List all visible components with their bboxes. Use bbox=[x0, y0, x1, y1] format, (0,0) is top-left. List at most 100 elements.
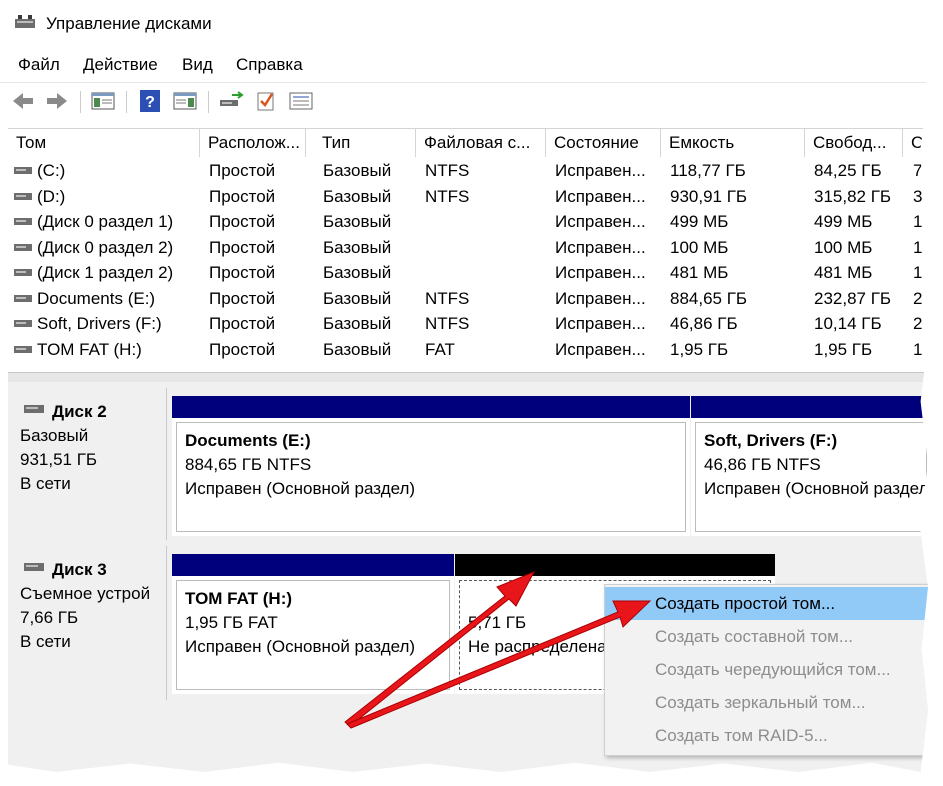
window-title: Управление дисками bbox=[46, 14, 212, 33]
cell-status: Исправен... bbox=[555, 161, 646, 180]
table-row[interactable]: Documents (E:) Простой Базовый NTFS Исправен… bbox=[8, 287, 928, 312]
disk-icon bbox=[24, 405, 44, 413]
cell-name: (Диск 1 раздел 2) bbox=[37, 263, 174, 282]
svg-text:?: ? bbox=[145, 94, 155, 111]
cell-extra: 1 bbox=[913, 339, 923, 359]
partition-info: Soft, Drivers (F:) 46,86 ГБ NTFS Исправе… bbox=[695, 422, 927, 532]
cell-free: 232,87 ГБ bbox=[814, 288, 892, 308]
cell-type: Базовый bbox=[323, 263, 392, 282]
menu-item-new-spanned-volume[interactable]: Создать составной том... bbox=[605, 620, 928, 653]
cell-capacity: 481 МБ bbox=[670, 263, 729, 282]
table-row[interactable]: (Диск 0 раздел 1) Простой Базовый Исправен.… bbox=[8, 210, 928, 235]
column-header-status[interactable]: Состояние bbox=[546, 129, 661, 157]
cell-free: 100 МБ bbox=[814, 237, 873, 257]
cell-extra: 2 bbox=[913, 288, 923, 308]
list-icon[interactable] bbox=[288, 89, 314, 113]
table-row[interactable]: (D:) Простой Базовый NTFS Исправен... 930,91 … bbox=[8, 185, 928, 210]
partition-soft-drivers-f[interactable]: Soft, Drivers (F:) 46,86 ГБ NTFS Исправе… bbox=[691, 396, 928, 536]
partition-documents-e[interactable]: Documents (E:) 884,65 ГБ NTFS Исправен (… bbox=[172, 396, 690, 536]
cell-type: Базовый bbox=[323, 186, 392, 206]
cell-layout: Простой bbox=[209, 339, 276, 359]
cell-status: Исправен... bbox=[555, 237, 646, 257]
column-header-volume[interactable]: Том bbox=[8, 129, 200, 157]
partition-info: Documents (E:) 884,65 ГБ NTFS Исправен (… bbox=[176, 422, 686, 532]
toolbar-separator bbox=[126, 91, 127, 113]
cell-free: 499 МБ bbox=[814, 212, 873, 231]
partition-tom-fat-h[interactable]: TOM FAT (H:) 1,95 ГБ FAT Исправен (Основ… bbox=[172, 554, 454, 694]
properties-icon[interactable] bbox=[253, 89, 279, 113]
partition-status: Исправен (Основной раздел) bbox=[185, 637, 416, 656]
action-pane-icon[interactable] bbox=[172, 89, 198, 113]
partition-size: 46,86 ГБ NTFS bbox=[704, 455, 821, 474]
cell-layout: Простой bbox=[209, 288, 276, 308]
table-row[interactable]: Soft, Drivers (F:) Простой Базовый NTFS Испр… bbox=[8, 312, 928, 337]
cell-capacity: 499 МБ bbox=[670, 212, 729, 231]
cell-extra: 1 bbox=[913, 263, 923, 282]
cell-capacity: 884,65 ГБ bbox=[670, 288, 748, 308]
partition-status: Исправен (Основной раздел) bbox=[704, 479, 927, 498]
help-icon[interactable]: ? bbox=[137, 89, 163, 113]
menu-item-new-mirrored-volume[interactable]: Создать зеркальный том... bbox=[605, 686, 928, 719]
menu-item-new-striped-volume[interactable]: Создать чередующийся том... bbox=[605, 653, 928, 686]
disk-3-label[interactable]: Диск 3 Съемное устрой 7,66 ГБ В сети bbox=[8, 546, 167, 700]
table-row[interactable]: (Диск 0 раздел 2) Простой Базовый Исправен.… bbox=[8, 236, 928, 261]
cell-status: Исправен... bbox=[555, 339, 646, 359]
cell-name: (D:) bbox=[37, 186, 66, 206]
cell-free: 10,14 ГБ bbox=[814, 314, 882, 333]
menu-item-new-raid5-volume[interactable]: Создать том RAID-5... bbox=[605, 719, 928, 752]
column-header-free[interactable]: Свобод... bbox=[805, 129, 903, 157]
cell-name: (C:) bbox=[37, 161, 66, 180]
cell-fs: NTFS bbox=[425, 288, 470, 308]
table-row[interactable]: (Диск 1 раздел 2) Простой Базовый Исправен.… bbox=[8, 261, 928, 286]
column-header-layout[interactable]: Располож... bbox=[200, 129, 306, 157]
cell-fs: NTFS bbox=[425, 314, 470, 333]
menu-item-new-simple-volume[interactable]: Создать простой том... bbox=[605, 587, 928, 620]
cell-type: Базовый bbox=[323, 161, 392, 180]
column-header-percent[interactable]: С bbox=[903, 129, 928, 157]
primary-partition-bar bbox=[172, 396, 690, 418]
column-header-capacity[interactable]: Емкость bbox=[661, 129, 805, 157]
drive-icon bbox=[14, 167, 32, 174]
disk-2-type: Базовый bbox=[20, 426, 89, 445]
menu-file[interactable]: Файл bbox=[18, 55, 60, 75]
cell-capacity: 1,95 ГБ bbox=[670, 339, 729, 359]
connect-icon[interactable] bbox=[218, 89, 244, 113]
cell-name: Soft, Drivers (F:) bbox=[37, 314, 162, 333]
disk-management-app-icon bbox=[15, 15, 35, 28]
toolbar-separator bbox=[80, 91, 81, 113]
menu-view[interactable]: Вид bbox=[182, 55, 213, 75]
back-icon[interactable] bbox=[10, 89, 36, 113]
unallocated-bar bbox=[455, 554, 775, 576]
cell-status: Исправен... bbox=[555, 212, 646, 231]
cell-fs: NTFS bbox=[425, 161, 470, 180]
partition-title: TOM FAT (H:) bbox=[185, 589, 293, 608]
primary-partition-bar bbox=[691, 396, 928, 418]
console-tree-icon[interactable] bbox=[90, 89, 116, 113]
column-header-type[interactable]: Тип bbox=[314, 129, 416, 157]
cell-capacity: 118,77 ГБ bbox=[670, 161, 746, 180]
disk-3-size: 7,66 ГБ bbox=[20, 608, 79, 627]
table-row[interactable]: TOM FAT (H:) Простой Базовый FAT Исправен...… bbox=[8, 338, 928, 363]
cell-layout: Простой bbox=[209, 212, 276, 231]
drive-icon bbox=[14, 218, 32, 225]
forward-icon[interactable] bbox=[44, 89, 70, 113]
cell-name: (Диск 0 раздел 2) bbox=[37, 237, 174, 257]
cell-fs: FAT bbox=[425, 339, 455, 359]
cell-layout: Простой bbox=[209, 161, 276, 180]
cell-extra: 1 bbox=[913, 237, 923, 257]
drive-icon bbox=[14, 243, 32, 251]
cell-extra: 7 bbox=[913, 161, 923, 180]
cell-layout: Простой bbox=[209, 237, 276, 257]
cell-layout: Простой bbox=[209, 263, 276, 282]
disk-2-label[interactable]: Диск 2 Базовый 931,51 ГБ В сети bbox=[8, 388, 167, 540]
drive-icon bbox=[14, 269, 32, 276]
cell-type: Базовый bbox=[323, 212, 392, 231]
table-row[interactable]: (C:) Простой Базовый NTFS Исправен... 118,77 … bbox=[8, 159, 928, 184]
menu-help[interactable]: Справка bbox=[236, 55, 303, 75]
drive-icon bbox=[14, 320, 32, 327]
menu-bar: Файл Действие Вид Справка bbox=[0, 52, 928, 78]
cell-extra: 3 bbox=[913, 186, 923, 206]
cell-free: 315,82 ГБ bbox=[814, 186, 892, 206]
column-header-filesystem[interactable]: Файловая с... bbox=[416, 129, 546, 157]
menu-action[interactable]: Действие bbox=[83, 55, 158, 75]
